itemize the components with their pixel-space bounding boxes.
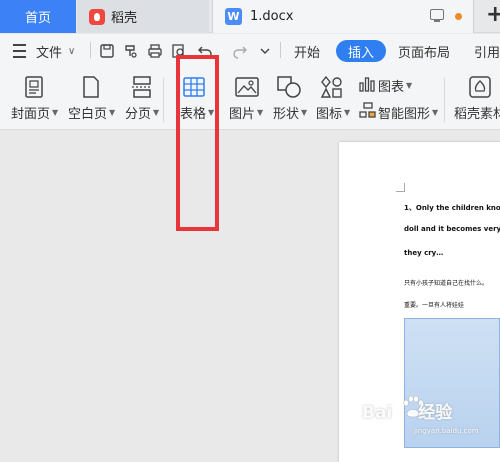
doc-text-line[interactable]: 重要。一旦有人将娃娃	[404, 300, 464, 309]
watermark-brand-latin: Bai	[362, 403, 393, 423]
doc-text-line[interactable]: 1、Only the children know	[404, 203, 500, 213]
menu-bar: 文件 ∨ 开始 插入 页面布局 引用	[0, 34, 500, 68]
tab-home-label: 首页	[24, 11, 51, 26]
separator	[280, 42, 281, 58]
tab-docer-label: 稻壳	[111, 11, 138, 26]
doc-text-line[interactable]: they cry…	[404, 249, 443, 257]
chart-button[interactable]: 图表 ▼	[378, 76, 412, 95]
caret-down-icon: ▼	[406, 81, 413, 90]
shape-icon[interactable]	[276, 75, 302, 99]
monitor-icon[interactable]	[430, 9, 444, 22]
caret-down-icon: ▼	[153, 108, 160, 117]
tab-home[interactable]: 首页	[0, 0, 76, 33]
doc-text-line[interactable]: 只有小孩子知道自己在找什么。	[404, 278, 488, 287]
watermark-brand-cn: 经验	[418, 403, 453, 423]
margin-corner-mark	[396, 183, 405, 192]
caret-down-icon: ▼	[52, 108, 59, 117]
caret-down-icon: ▼	[109, 108, 116, 117]
highlight-annotation-box	[176, 55, 219, 231]
docer-material-icon[interactable]	[468, 75, 492, 99]
smart-art-button[interactable]: 智能图形 ▼	[378, 103, 438, 122]
picture-button[interactable]: 图片 ▼	[229, 103, 263, 122]
tab-docer[interactable]: 稻壳	[77, 0, 209, 33]
writer-doc-icon: W	[225, 8, 242, 25]
watermark-brand: Bai 经验	[362, 398, 452, 423]
unsaved-dot-icon	[455, 13, 462, 20]
print-icon[interactable]	[147, 43, 163, 59]
chart-icon[interactable]	[358, 75, 376, 93]
shape-label: 形状	[273, 107, 300, 122]
icon-library-icon[interactable]	[320, 75, 344, 99]
caret-down-icon: ▼	[301, 108, 308, 117]
save-icon[interactable]	[99, 43, 115, 59]
watermark-url: jingyan.baidu.com	[414, 427, 479, 435]
new-tab-plus-icon[interactable]: +	[486, 3, 500, 27]
cover-page-label: 封面页	[11, 107, 51, 122]
docer-material-label: 稻壳素材	[454, 107, 500, 122]
shape-button[interactable]: 形状 ▼	[273, 103, 307, 122]
blank-page-icon[interactable]	[80, 75, 102, 99]
picture-label: 图片	[229, 107, 256, 122]
separator	[90, 42, 91, 58]
ribbon-tab-start[interactable]: 开始	[294, 34, 320, 68]
cover-page-icon[interactable]	[23, 75, 45, 99]
icon-library-button[interactable]: 图标 ▼	[316, 103, 350, 122]
hamburger-icon[interactable]	[12, 34, 26, 68]
chart-label: 图表	[378, 80, 405, 95]
ribbon-tab-references[interactable]: 引用	[474, 34, 500, 68]
cover-page-button[interactable]: 封面页 ▼	[11, 103, 58, 122]
separator	[444, 78, 445, 122]
tab-bar: 首页 稻壳 W 1.docx +	[0, 0, 500, 33]
file-menu[interactable]: 文件	[36, 34, 62, 68]
ribbon-tab-page-layout[interactable]: 页面布局	[398, 34, 450, 68]
blank-page-button[interactable]: 空白页 ▼	[68, 103, 115, 122]
chevron-down-icon[interactable]: ∨	[68, 34, 75, 68]
tab-document-label: 1.docx	[250, 9, 294, 24]
more-icon[interactable]	[257, 43, 273, 59]
smart-art-label: 智能图形	[378, 107, 431, 122]
format-painter-icon[interactable]	[123, 43, 139, 59]
page-break-button[interactable]: 分页 ▼	[125, 103, 159, 122]
page-break-icon[interactable]	[130, 75, 154, 99]
docer-material-button[interactable]: 稻壳素材	[454, 103, 500, 122]
smart-art-icon[interactable]	[358, 101, 376, 119]
doc-text-line[interactable]: doll and it becomes very im	[404, 225, 500, 233]
docer-logo-icon	[89, 8, 105, 25]
caret-down-icon: ▼	[432, 108, 439, 117]
caret-down-icon: ▼	[257, 108, 264, 117]
page-break-label: 分页	[125, 107, 152, 122]
picture-icon[interactable]	[235, 77, 259, 97]
separator	[163, 78, 164, 122]
ribbon-tab-insert[interactable]: 插入	[336, 40, 387, 62]
blank-page-label: 空白页	[68, 107, 108, 122]
icon-library-label: 图标	[316, 107, 343, 122]
caret-down-icon: ▼	[344, 108, 351, 117]
redo-icon[interactable]	[232, 43, 248, 59]
